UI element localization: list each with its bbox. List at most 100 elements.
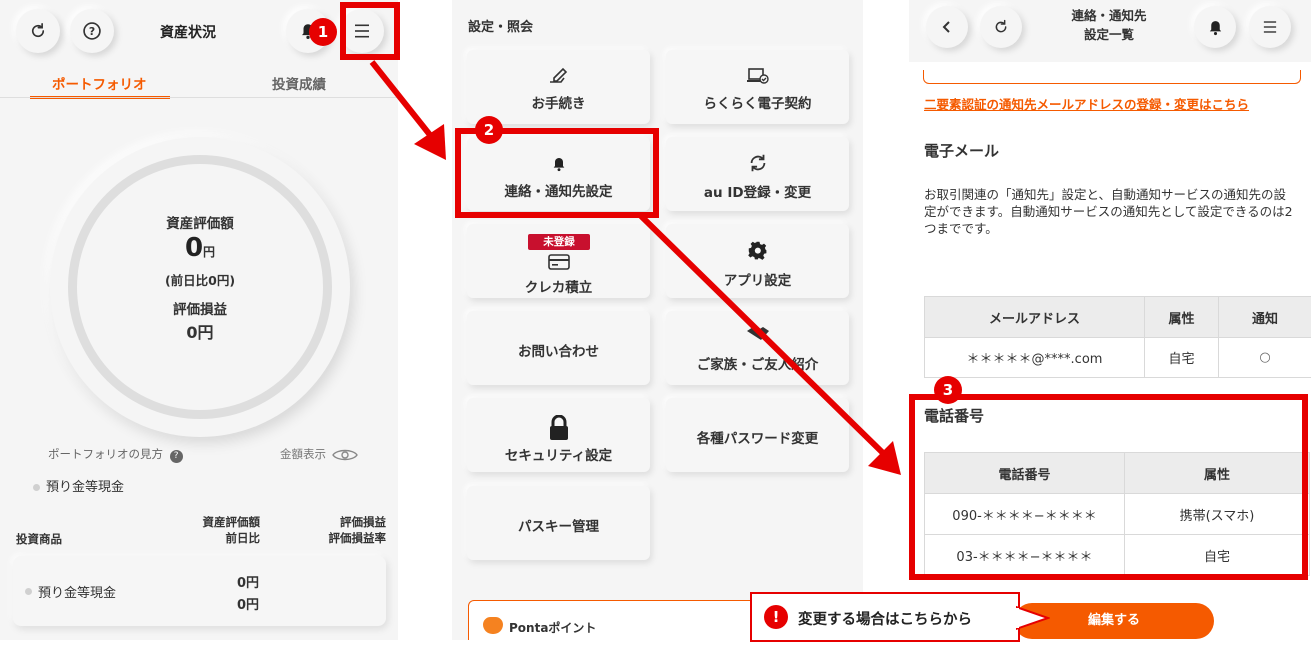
refresh-icon (995, 19, 1007, 33)
col-pnl-bottom: 評価損益率 (328, 531, 387, 545)
row-value: 0円 (236, 576, 259, 591)
legend-dot (33, 484, 40, 491)
highlight-menu (340, 2, 400, 60)
refresh-button[interactable] (980, 6, 1022, 48)
page-title: 連絡・通知先 設定一覧 (1049, 6, 1169, 44)
asset-value: 0円 (100, 233, 300, 263)
two-factor-link[interactable]: 二要素認証の通知先メールアドレスの登録・変更はこちら (924, 94, 1249, 113)
portfolio-help-link[interactable]: ポートフォリオの見方 ? (48, 446, 183, 463)
email-table: メールアドレス 属性 通知 ＊＊＊＊＊@****.com 自宅 ○ (924, 296, 1311, 378)
asset-value-label: 資産評価額 (166, 216, 234, 232)
tile-app-settings[interactable]: アプリ設定 (666, 224, 849, 298)
tab-performance[interactable]: 投資成績 (272, 73, 326, 93)
tile-label: au ID登録・変更 (703, 185, 812, 201)
email-notify-cell: ○ (1218, 337, 1311, 378)
amount-display-toggle[interactable]: 金額表示 (280, 446, 358, 462)
tile-label: お問い合わせ (518, 344, 599, 360)
step-3-badge: 3 (934, 376, 962, 404)
email-address-cell: ＊＊＊＊＊@****.com (924, 337, 1145, 378)
tab-divider (0, 97, 398, 98)
ponta-label: Pontaポイント (509, 621, 597, 635)
row-change: 0円 (236, 598, 259, 613)
tile-password-change[interactable]: 各種パスワード変更 (666, 398, 849, 472)
callout-text: 変更する場合はこちらから (798, 612, 972, 628)
pnl-value: 0円 (186, 323, 214, 342)
tile-label: ご家族・ご友人紹介 (696, 357, 819, 373)
tile-label: アプリ設定 (723, 273, 792, 289)
col-product: 投資商品 (16, 532, 62, 546)
row-name: 預り金等現金 (38, 586, 117, 601)
arrow-1-head (414, 124, 446, 160)
asset-unit: 円 (203, 245, 216, 259)
portfolio-help-label: ポートフォリオの見方 (48, 447, 163, 461)
page-title: 資産状況 (160, 25, 216, 41)
tile-label: らくらく電子契約 (703, 96, 812, 112)
legend-item: 預り金等現金 (33, 476, 124, 495)
bell-icon (1209, 20, 1221, 35)
legend-label: 預り金等現金 (46, 480, 125, 495)
portfolio-screen: ? 資産状況 ポートフォリオ 投資成績 資産評価額 0円 (前日比0円) 評価損… (0, 0, 398, 640)
back-button[interactable] (926, 6, 968, 48)
chevron-left-icon (942, 21, 950, 33)
credit-card-icon (547, 254, 570, 270)
email-heading: 電子メール (924, 142, 1000, 160)
exclamation-circle-icon: ! (764, 605, 788, 629)
notification-button[interactable] (1194, 6, 1236, 48)
tile-passkey[interactable]: パスキー管理 (467, 486, 650, 560)
svg-text:?: ? (89, 25, 95, 38)
eye-icon (331, 449, 358, 460)
email-attr-cell: 自宅 (1144, 337, 1219, 378)
day-change: (前日比0円) (164, 273, 236, 288)
holding-row[interactable]: 預り金等現金 0円 0円 (13, 556, 386, 626)
col-asset-value-bottom: 前日比 (225, 531, 261, 545)
notice-box-edge (923, 70, 1301, 84)
tile-credit-card-savings[interactable]: 未登録 クレカ積立 (467, 224, 650, 298)
ponta-icon (483, 617, 503, 634)
amount-toggle-label: 金額表示 (280, 447, 326, 461)
step-1-badge: 1 (309, 18, 337, 46)
highlight-phone-section (909, 394, 1308, 580)
callout-pointer (1016, 605, 1050, 631)
title-line-2: 設定一覧 (1083, 27, 1134, 42)
tile-procedures[interactable]: お手続き (467, 50, 650, 124)
pnl-label: 評価損益 (173, 302, 227, 318)
lock-icon (549, 415, 568, 440)
email-description: お取引関連の「通知先」設定と、自動通知サービスの通知先の設定ができます。自動通知… (924, 187, 1293, 236)
settings-title: 設定・照会 (468, 20, 534, 35)
asset-amount: 0 (184, 233, 204, 263)
menu-icon (1263, 21, 1277, 33)
help-icon: ? (169, 450, 183, 463)
refresh-button[interactable] (16, 9, 60, 53)
sync-icon (750, 154, 765, 172)
tile-label: セキュリティ設定 (504, 448, 613, 464)
col-pnl: 評価損益 評価損益率 (300, 514, 387, 546)
help-button[interactable]: ? (70, 9, 114, 53)
refresh-icon (31, 23, 45, 38)
gear-icon (747, 241, 766, 260)
tile-au-id[interactable]: au ID登録・変更 (666, 137, 849, 211)
tile-referral[interactable]: ご家族・ご友人紹介 (666, 311, 849, 385)
tile-e-contract[interactable]: らくらく電子契約 (666, 50, 849, 124)
unregistered-badge: 未登録 (528, 234, 590, 250)
callout-box: ! 変更する場合はこちらから (750, 592, 1020, 642)
step-2-badge: 2 (475, 116, 503, 144)
handshake-icon (746, 327, 769, 340)
arrow-2-head (868, 441, 901, 475)
row-dot (25, 588, 32, 595)
col-asset-value: 資産評価額 前日比 (190, 514, 261, 546)
tile-label: パスキー管理 (518, 519, 599, 535)
title-line-1: 連絡・通知先 (1071, 8, 1147, 23)
tile-label: お手続き (531, 96, 586, 112)
settings-menu-screen: 設定・照会 お手続き らくらく電子契約 連絡・通知先設定 au ID登録・変更 … (452, 0, 863, 640)
col-asset-value-top: 資産評価額 (202, 515, 261, 529)
col-email-attr: 属性 (1144, 296, 1219, 338)
tile-security[interactable]: セキュリティ設定 (467, 398, 650, 472)
laptop-check-icon (746, 68, 769, 84)
tile-label: 各種パスワード変更 (696, 431, 819, 447)
tab-portfolio[interactable]: ポートフォリオ (52, 73, 147, 93)
col-email-notify: 通知 (1218, 296, 1311, 338)
col-email-address: メールアドレス (924, 296, 1145, 338)
question-circle-icon: ? (83, 22, 101, 40)
tile-contact-us[interactable]: お問い合わせ (467, 311, 650, 385)
menu-button[interactable] (1249, 6, 1291, 48)
